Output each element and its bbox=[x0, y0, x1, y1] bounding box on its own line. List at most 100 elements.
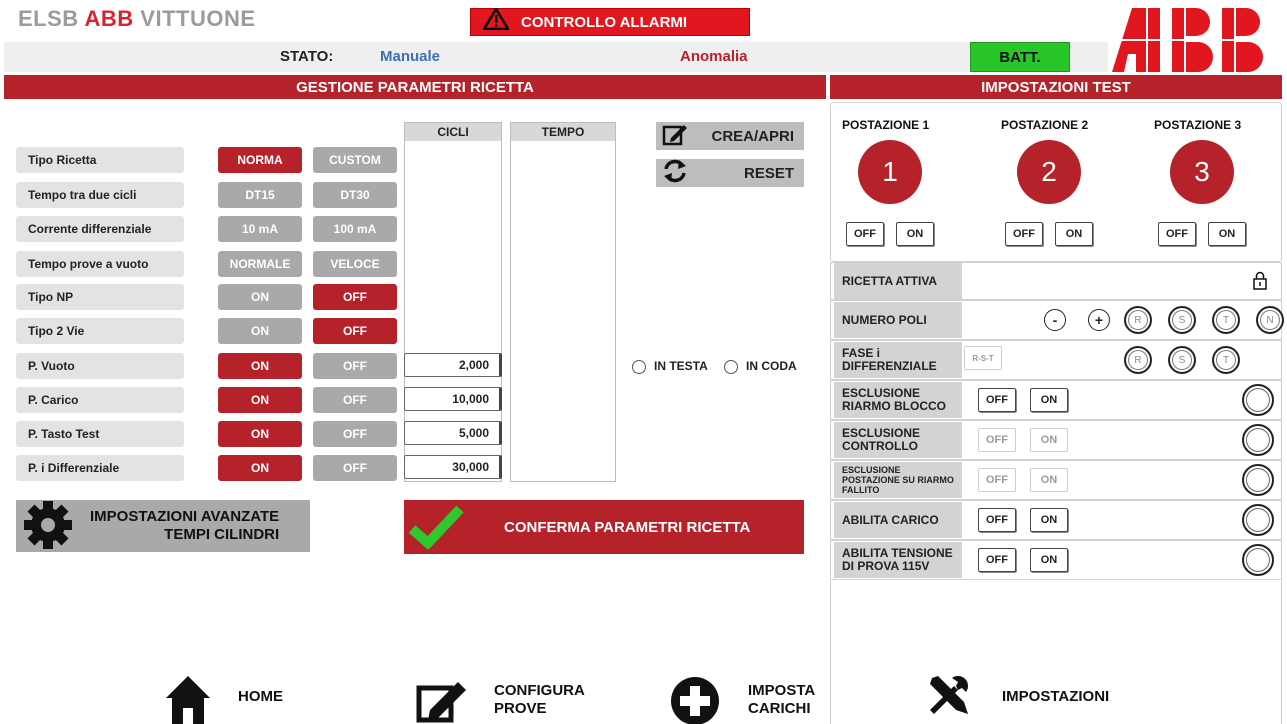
cicli-header: CICLI bbox=[405, 123, 501, 141]
reset-button[interactable]: RESET bbox=[656, 159, 804, 187]
alarm-control-button[interactable]: CONTROLLO ALLARMI bbox=[470, 6, 750, 36]
option-off-button[interactable]: OFF bbox=[978, 548, 1016, 572]
recipe-row-label: P. Tasto Test bbox=[16, 421, 184, 447]
nav-configura-line1: CONFIGURA bbox=[494, 682, 585, 699]
recipe-option-1[interactable]: ON bbox=[218, 284, 302, 310]
alarm-label: CONTROLLO ALLARMI bbox=[521, 13, 688, 31]
status-led-icon bbox=[1242, 384, 1274, 416]
recipe-row-label: Tipo NP bbox=[16, 284, 184, 310]
recipe-option-2[interactable]: VELOCE bbox=[313, 251, 397, 277]
tempo-column: TEMPO bbox=[510, 122, 616, 482]
in-coda-radio[interactable]: IN CODA bbox=[724, 359, 797, 374]
option-off-button[interactable]: OFF bbox=[978, 388, 1016, 412]
cicli-input[interactable]: 2,000 bbox=[404, 353, 502, 377]
option-off-button[interactable]: OFF bbox=[978, 428, 1016, 452]
confirm-recipe-button[interactable]: CONFERMA PARAMETRI RICETTA bbox=[404, 500, 804, 554]
option-on-button[interactable]: ON bbox=[1030, 548, 1068, 572]
advanced-settings-button[interactable]: IMPOSTAZIONI AVANZATE TEMPI CILINDRI bbox=[16, 500, 310, 552]
option-label-line2: CONTROLLO bbox=[842, 439, 918, 453]
home-icon[interactable] bbox=[164, 674, 212, 724]
tools-icon[interactable] bbox=[924, 672, 972, 723]
option-off-button[interactable]: OFF bbox=[978, 468, 1016, 492]
status-bar bbox=[4, 42, 1108, 72]
recipe-row-label: P. i Differenziale bbox=[16, 455, 184, 481]
option-on-button[interactable]: ON bbox=[1030, 468, 1068, 492]
recipe-option-1[interactable]: NORMALE bbox=[218, 251, 302, 277]
recipe-option-2[interactable]: OFF bbox=[313, 318, 397, 344]
recipe-option-1[interactable]: DT15 bbox=[218, 182, 302, 208]
option-on-button[interactable]: ON bbox=[1030, 508, 1068, 532]
recipe-row-label: Tipo 2 Vie bbox=[16, 318, 184, 344]
recipe-option-2[interactable]: CUSTOM bbox=[313, 147, 397, 173]
fase-line2: DIFFERENZIALE bbox=[842, 359, 937, 373]
recipe-row-label: P. Vuoto bbox=[16, 353, 184, 379]
recipe-option-2[interactable]: OFF bbox=[313, 455, 397, 481]
nav-imposta-label[interactable]: IMPOSTA CARICHI bbox=[748, 682, 815, 718]
option-label: ESCLUSIONE POSTAZIONE SU RIARMO FALLITO bbox=[834, 462, 962, 498]
reset-label: RESET bbox=[743, 164, 794, 182]
recipe-option-1[interactable]: ON bbox=[218, 353, 302, 379]
option-off-button[interactable]: OFF bbox=[978, 508, 1016, 532]
pole-r-icon[interactable]: R bbox=[1124, 306, 1152, 334]
option-label: ABILITA CARICO bbox=[834, 502, 962, 538]
recipe-option-1[interactable]: NORMA bbox=[218, 147, 302, 173]
station-title: POSTAZIONE 2 bbox=[1001, 118, 1089, 132]
in-testa-radio[interactable]: IN TESTA bbox=[632, 359, 708, 374]
configure-icon[interactable] bbox=[416, 678, 470, 724]
nav-impostazioni-label[interactable]: IMPOSTAZIONI bbox=[1002, 688, 1109, 706]
station-off-button[interactable]: OFF bbox=[1005, 222, 1043, 246]
recipe-option-2[interactable]: OFF bbox=[313, 353, 397, 379]
lock-icon bbox=[1252, 270, 1268, 293]
recipe-option-2[interactable]: OFF bbox=[313, 421, 397, 447]
minus-button[interactable]: - bbox=[1044, 309, 1066, 331]
phase-t-icon[interactable]: T bbox=[1212, 346, 1240, 374]
confirm-label: CONFERMA PARAMETRI RICETTA bbox=[504, 518, 751, 536]
station-on-button[interactable]: ON bbox=[1055, 222, 1093, 246]
stato-value: Manuale bbox=[380, 48, 441, 65]
battery-indicator[interactable]: BATT. bbox=[970, 42, 1070, 72]
in-testa-label: IN TESTA bbox=[654, 359, 708, 373]
checkmark-icon bbox=[408, 503, 464, 552]
recipe-option-2[interactable]: OFF bbox=[313, 284, 397, 310]
cicli-input[interactable]: 5,000 bbox=[404, 421, 502, 445]
fase-label: FASE i DIFFERENZIALE bbox=[834, 342, 962, 378]
cicli-input[interactable]: 30,000 bbox=[404, 455, 502, 479]
plus-button[interactable]: + bbox=[1088, 309, 1110, 331]
recipe-section-title: GESTIONE PARAMETRI RICETTA bbox=[4, 75, 826, 99]
recipe-option-2[interactable]: 100 mA bbox=[313, 216, 397, 242]
pole-n-icon[interactable]: N bbox=[1256, 306, 1284, 334]
nav-home-label[interactable]: HOME bbox=[238, 688, 283, 706]
crea-apri-button[interactable]: CREA/APRI bbox=[656, 122, 804, 150]
add-circle-icon[interactable] bbox=[670, 676, 720, 724]
recipe-option-1[interactable]: ON bbox=[218, 421, 302, 447]
option-label: ABILITA TENSIONE DI PROVA 115V bbox=[834, 542, 962, 578]
phase-s-icon[interactable]: S bbox=[1168, 346, 1196, 374]
station-on-button[interactable]: ON bbox=[896, 222, 934, 246]
recipe-option-1[interactable]: 10 mA bbox=[218, 216, 302, 242]
pole-t-icon[interactable]: T bbox=[1212, 306, 1240, 334]
recipe-option-2[interactable]: OFF bbox=[313, 387, 397, 413]
abb-logo bbox=[1110, 6, 1280, 74]
station-on-button[interactable]: ON bbox=[1208, 222, 1246, 246]
rst-button[interactable]: R-S-T bbox=[964, 346, 1002, 370]
numero-poli-label: NUMERO POLI bbox=[834, 302, 962, 338]
option-on-button[interactable]: ON bbox=[1030, 388, 1068, 412]
title-abb: ABB bbox=[84, 6, 134, 31]
adv-label-line1: IMPOSTAZIONI AVANZATE bbox=[90, 508, 280, 525]
option-on-button[interactable]: ON bbox=[1030, 428, 1068, 452]
warning-icon bbox=[471, 6, 521, 36]
edit-icon bbox=[662, 122, 688, 150]
pole-s-icon[interactable]: S bbox=[1168, 306, 1196, 334]
cicli-input[interactable]: 10,000 bbox=[404, 387, 502, 411]
stato-label: STATO: bbox=[280, 48, 334, 65]
recipe-option-1[interactable]: ON bbox=[218, 455, 302, 481]
nav-configura-label[interactable]: CONFIGURA PROVE bbox=[494, 682, 585, 718]
adv-label-line2: TEMPI CILINDRI bbox=[164, 526, 280, 543]
recipe-option-2[interactable]: DT30 bbox=[313, 182, 397, 208]
recipe-option-1[interactable]: ON bbox=[218, 318, 302, 344]
recipe-option-1[interactable]: ON bbox=[218, 387, 302, 413]
station-off-button[interactable]: OFF bbox=[1158, 222, 1196, 246]
option-label-line2: POSTAZIONE SU RIARMO FALLITO bbox=[842, 475, 954, 495]
phase-r-icon[interactable]: R bbox=[1124, 346, 1152, 374]
station-off-button[interactable]: OFF bbox=[846, 222, 884, 246]
